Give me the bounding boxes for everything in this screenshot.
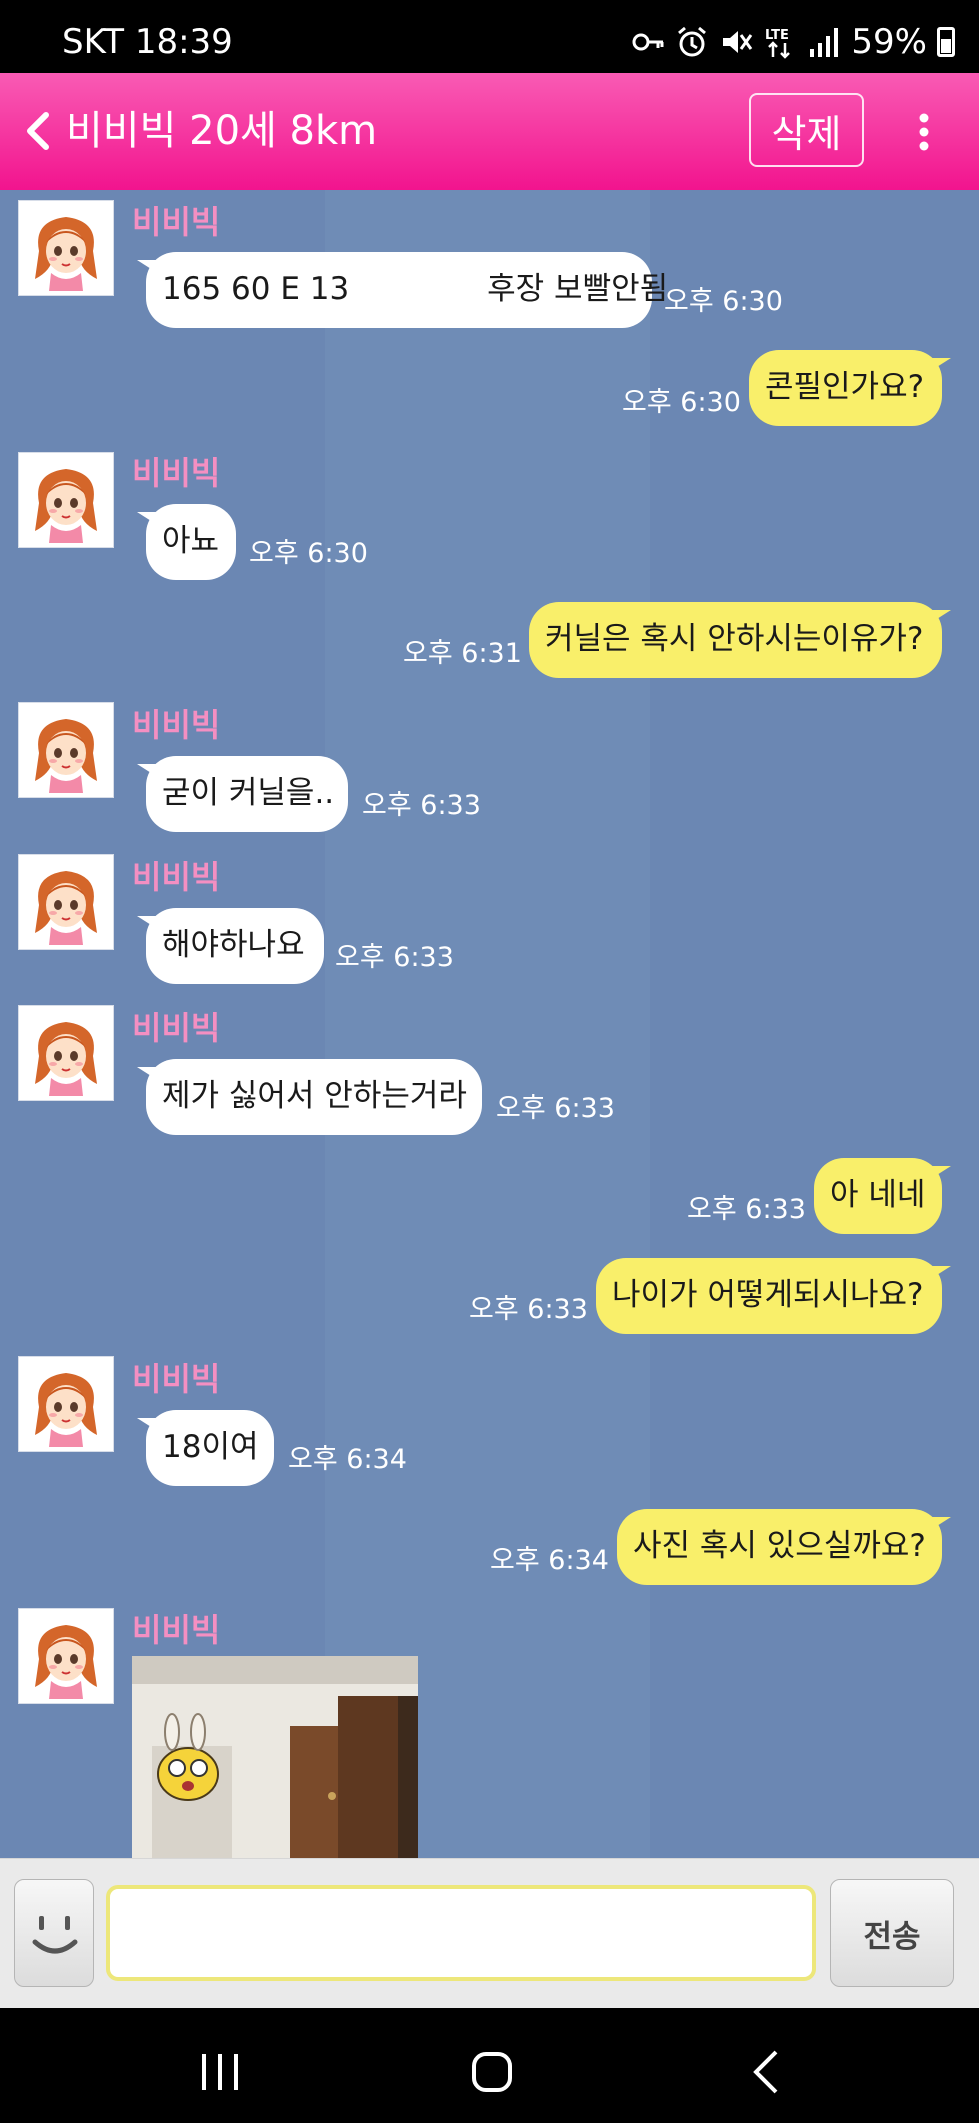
status-bar: SKT 18:39 LTE 59% xyxy=(0,0,979,73)
delete-button[interactable]: 삭제 xyxy=(749,93,864,167)
message-bubble: 나이가 어떻게되시나요? xyxy=(596,1258,951,1334)
back-icon[interactable] xyxy=(22,109,52,153)
girl-avatar-icon xyxy=(35,1625,97,1699)
message-time: 오후 6:34 xyxy=(288,1444,407,1475)
signal-icon xyxy=(810,28,839,57)
sender-name: 비비빅 xyxy=(132,706,221,744)
sender-name: 비비빅 xyxy=(132,1009,221,1047)
status-icons: LTE 59% xyxy=(631,20,955,64)
chat-area[interactable]: 비비빅 165 60 E 13 후장 보빨안됨 오후 6:30 오후 6:30 … xyxy=(0,190,979,1858)
message-time: 오후 6:33 xyxy=(496,1093,615,1124)
carrier-time: SKT 18:39 xyxy=(62,22,233,62)
message-bubble: 콘필인가요? xyxy=(749,350,951,426)
message-bubble: 굳이 커닐을.. xyxy=(137,756,348,832)
battery-percent: 59% xyxy=(851,22,927,62)
message-time: 오후 6:33 xyxy=(469,1294,588,1325)
girl-avatar-icon xyxy=(35,719,97,793)
message-time: 오후 6:33 xyxy=(335,942,454,973)
home-icon[interactable] xyxy=(462,2042,522,2102)
message-bubble: 커닐은 혹시 안하시는이유가? xyxy=(529,602,951,678)
chat-title: 비비빅 20세 8km xyxy=(66,108,378,154)
alarm-icon xyxy=(678,26,707,57)
smiley-icon xyxy=(32,1916,78,1954)
avatar[interactable] xyxy=(18,1608,114,1704)
system-nav-bar xyxy=(0,2008,979,2123)
girl-avatar-icon xyxy=(35,1022,97,1096)
message-time: 오후 6:33 xyxy=(362,790,481,821)
more-options-icon[interactable] xyxy=(906,111,942,153)
chat-header: 비비빅 20세 8km 삭제 xyxy=(0,73,979,190)
key-icon xyxy=(632,33,664,51)
avatar[interactable] xyxy=(18,200,114,296)
message-input-bar: 전송 xyxy=(0,1858,979,2009)
message-time: 오후 6:31 xyxy=(403,638,522,669)
photo-message[interactable] xyxy=(132,1656,418,1858)
emoji-button[interactable] xyxy=(14,1879,94,1987)
sender-name: 비비빅 xyxy=(132,1360,221,1398)
message-bubble: 아 네네 xyxy=(814,1158,951,1234)
message-time: 오후 6:33 xyxy=(687,1194,806,1225)
sender-name: 비비빅 xyxy=(132,858,221,896)
sender-name: 비비빅 xyxy=(132,454,221,492)
avatar[interactable] xyxy=(18,452,114,548)
avatar[interactable] xyxy=(18,1356,114,1452)
sender-name: 비비빅 xyxy=(132,1611,221,1649)
lte-icon: LTE xyxy=(765,28,791,59)
svg-text:LTE: LTE xyxy=(765,28,789,43)
send-button[interactable]: 전송 xyxy=(830,1879,954,1987)
message-time: 오후 6:30 xyxy=(249,538,368,569)
message-time: 오후 6:30 xyxy=(664,286,783,317)
message-bubble: 해야하나요 xyxy=(137,908,324,984)
recent-apps-icon[interactable] xyxy=(190,2042,250,2102)
battery-icon xyxy=(937,27,955,57)
mute-icon xyxy=(723,31,753,53)
sender-name: 비비빅 xyxy=(132,203,221,241)
girl-avatar-icon xyxy=(35,1373,97,1447)
girl-avatar-icon xyxy=(35,217,97,291)
back-nav-icon[interactable] xyxy=(738,2042,798,2102)
message-bubble: 18이여 xyxy=(137,1410,274,1486)
girl-avatar-icon xyxy=(35,871,97,945)
message-bubble: 아뇨 xyxy=(137,504,236,580)
avatar[interactable] xyxy=(18,854,114,950)
message-bubble: 165 60 E 13 후장 보빨안됨 xyxy=(137,252,668,328)
girl-avatar-icon xyxy=(35,469,97,543)
message-time: 오후 6:30 xyxy=(622,387,741,418)
message-input[interactable] xyxy=(106,1885,816,1981)
photo-image xyxy=(132,1656,418,1858)
message-time: 오후 6:34 xyxy=(490,1545,609,1576)
avatar[interactable] xyxy=(18,702,114,798)
avatar[interactable] xyxy=(18,1005,114,1101)
message-bubble: 사진 혹시 있으실까요? xyxy=(617,1509,951,1585)
message-bubble: 제가 싫어서 안하는거라 xyxy=(137,1059,482,1135)
